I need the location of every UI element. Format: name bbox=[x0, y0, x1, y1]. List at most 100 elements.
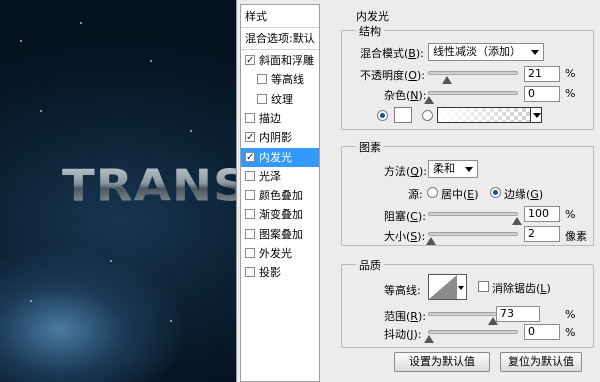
style-item-checkbox[interactable] bbox=[245, 128, 255, 147]
style-item-checkbox[interactable] bbox=[245, 209, 255, 220]
opacity-field[interactable]: 21 bbox=[524, 66, 560, 82]
choke-unit: % bbox=[565, 208, 576, 221]
star bbox=[40, 110, 42, 112]
technique-select[interactable]: 柔和 bbox=[428, 160, 478, 178]
style-item-label: 内发光 bbox=[259, 150, 292, 164]
style-item-checkbox[interactable] bbox=[245, 228, 255, 239]
style-item-label: 外发光 bbox=[259, 247, 292, 260]
source-label: 源: bbox=[408, 188, 423, 201]
contour-picker[interactable] bbox=[428, 274, 458, 300]
style-item-checkbox[interactable] bbox=[257, 93, 267, 104]
style-item[interactable]: 等高线 bbox=[241, 70, 319, 89]
size-unit: 像素 bbox=[565, 230, 587, 243]
style-item-label: 图案叠加 bbox=[259, 227, 303, 241]
chevron-down-icon bbox=[465, 167, 473, 172]
noise-field[interactable]: 0 bbox=[524, 86, 560, 102]
choke-label: 阻塞(C): bbox=[384, 210, 426, 223]
style-item-checkbox[interactable] bbox=[245, 51, 255, 70]
blend-mode-label: 混合模式(B): bbox=[360, 47, 424, 60]
star bbox=[80, 22, 82, 24]
style-item[interactable]: 内发光 bbox=[241, 147, 319, 167]
size-field[interactable]: 2 bbox=[524, 226, 560, 242]
style-item-checkbox[interactable] bbox=[245, 112, 255, 123]
style-item[interactable]: 颜色叠加 bbox=[241, 186, 319, 205]
noise-slider-thumb[interactable] bbox=[424, 96, 434, 104]
choke-field[interactable]: 100 bbox=[524, 206, 560, 222]
jitter-field[interactable]: 0 bbox=[524, 324, 560, 340]
noise-label: 杂色(N): bbox=[384, 89, 427, 102]
antialias-checkbox[interactable] bbox=[478, 281, 489, 292]
style-item-checkbox[interactable] bbox=[257, 74, 267, 85]
technique-label: 方法(Q): bbox=[384, 165, 427, 178]
opacity-slider-thumb[interactable] bbox=[442, 76, 453, 84]
style-item-checkbox[interactable] bbox=[245, 148, 255, 167]
star bbox=[170, 320, 172, 322]
blend-mode-value: 线性减淡（添加） bbox=[433, 45, 521, 58]
noise-slider[interactable] bbox=[424, 91, 518, 104]
blend-options-item[interactable]: 混合选项:默认 bbox=[241, 29, 319, 48]
opacity-slider[interactable] bbox=[428, 71, 518, 84]
star bbox=[20, 40, 22, 42]
style-item-checkbox[interactable] bbox=[245, 248, 255, 258]
star bbox=[150, 60, 152, 62]
divider bbox=[241, 49, 319, 50]
jitter-label: 抖动(J): bbox=[384, 328, 422, 341]
style-item[interactable]: 斜面和浮雕 bbox=[241, 51, 319, 70]
size-slider-thumb[interactable] bbox=[425, 237, 436, 245]
style-item-label: 投影 bbox=[259, 266, 281, 280]
style-item-label: 等高线 bbox=[271, 73, 304, 87]
style-item-label: 光泽 bbox=[259, 169, 281, 183]
jitter-slider[interactable] bbox=[424, 330, 518, 343]
style-item[interactable]: 外发光 bbox=[241, 244, 319, 263]
opacity-unit: % bbox=[565, 67, 576, 80]
style-item[interactable]: 内阴影 bbox=[241, 128, 319, 147]
blend-mode-select[interactable]: 线性减淡（添加） bbox=[428, 43, 544, 61]
make-default-button[interactable]: 设置为默认值 bbox=[394, 352, 490, 372]
source-edge-label: 边缘(G) bbox=[504, 188, 544, 201]
style-item-checkbox[interactable] bbox=[245, 267, 255, 278]
style-item-label: 纹理 bbox=[271, 92, 293, 106]
choke-slider[interactable] bbox=[428, 212, 522, 225]
source-center-label: 居中(E) bbox=[441, 188, 479, 201]
elements-group-title: 图素 bbox=[356, 139, 384, 155]
style-item[interactable]: 渐变叠加 bbox=[241, 205, 319, 224]
style-item[interactable]: 投影 bbox=[241, 263, 319, 282]
jitter-slider-thumb[interactable] bbox=[424, 335, 434, 343]
reset-default-button[interactable]: 复位为默认值 bbox=[500, 352, 582, 372]
style-item[interactable]: 光泽 bbox=[241, 167, 319, 186]
contour-dropdown-button[interactable] bbox=[457, 274, 467, 300]
noise-unit: % bbox=[565, 87, 576, 100]
glow-color-swatch[interactable] bbox=[394, 107, 412, 123]
panel-title: 内发光 bbox=[356, 10, 389, 23]
range-label: 范围(R): bbox=[384, 310, 426, 323]
gradient-radio[interactable] bbox=[422, 110, 433, 121]
style-item-label: 颜色叠加 bbox=[259, 189, 303, 203]
background-image: TRANS bbox=[0, 0, 236, 382]
opacity-label: 不透明度(O): bbox=[360, 69, 425, 82]
style-item-checkbox[interactable] bbox=[245, 190, 255, 201]
style-item[interactable]: 纹理 bbox=[241, 90, 319, 109]
color-radio[interactable] bbox=[377, 110, 388, 121]
technique-value: 柔和 bbox=[433, 162, 455, 175]
gradient-dropdown-button[interactable] bbox=[530, 107, 542, 123]
jitter-unit: % bbox=[565, 326, 576, 339]
style-list-header[interactable]: 样式 bbox=[241, 7, 319, 26]
star bbox=[110, 260, 112, 262]
chevron-down-icon bbox=[531, 50, 539, 55]
structure-group-title: 结构 bbox=[356, 23, 384, 39]
style-list: 样式 混合选项:默认 斜面和浮雕等高线纹理描边内阴影内发光光泽颜色叠加渐变叠加图… bbox=[240, 4, 320, 382]
range-field[interactable]: 73 bbox=[496, 306, 540, 322]
source-edge-radio[interactable] bbox=[490, 187, 501, 198]
source-center-radio[interactable] bbox=[427, 187, 438, 198]
size-label: 大小(S): bbox=[384, 230, 426, 243]
style-item-label: 描边 bbox=[259, 111, 281, 125]
style-item[interactable]: 图案叠加 bbox=[241, 225, 319, 244]
style-item-checkbox[interactable] bbox=[245, 170, 255, 181]
size-slider[interactable] bbox=[425, 232, 518, 245]
style-item-label: 内阴影 bbox=[259, 131, 292, 145]
glow-gradient-swatch[interactable] bbox=[437, 107, 531, 123]
choke-slider-thumb[interactable] bbox=[512, 217, 522, 225]
contour-curve-icon bbox=[429, 275, 457, 299]
divider bbox=[241, 27, 319, 28]
style-item[interactable]: 描边 bbox=[241, 109, 319, 128]
